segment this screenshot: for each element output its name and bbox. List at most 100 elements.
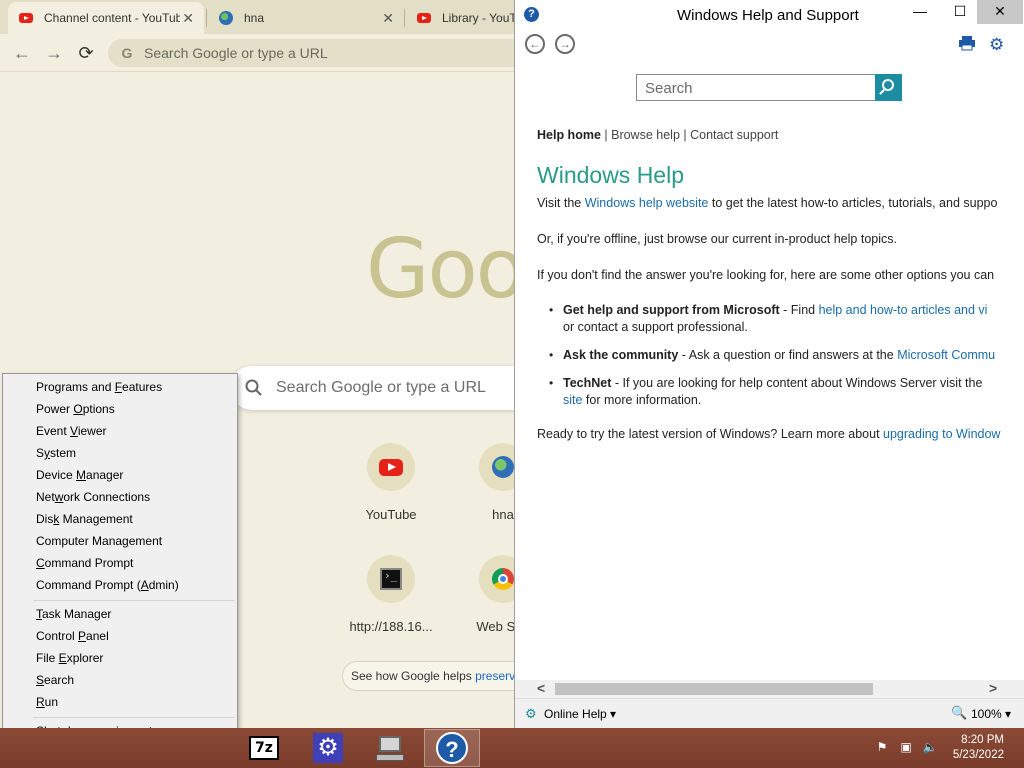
close-tab-icon[interactable]: ✕ xyxy=(382,10,394,27)
taskbar-computer[interactable] xyxy=(362,729,418,767)
tab-hna[interactable]: hna ✕ xyxy=(208,2,404,34)
menu-item-search[interactable]: Search xyxy=(36,673,74,687)
help-icon: ? xyxy=(436,732,468,764)
menu-item-system[interactable]: System xyxy=(36,446,76,460)
help-paragraph: Or, if you're offline, just browse our c… xyxy=(537,232,897,246)
tab-channel-content[interactable]: Channel content - YouTube ✕ xyxy=(8,2,204,34)
youtube-icon xyxy=(416,10,432,26)
shortcut-youtube[interactable]: YouTube xyxy=(341,443,441,522)
address-bar[interactable]: G Search Google or type a URL xyxy=(108,39,520,67)
close-button[interactable]: ✕ xyxy=(977,0,1023,24)
upgrading-windows-link[interactable]: upgrading to Window xyxy=(883,427,1000,441)
shortcut-web-store[interactable]: Web St... xyxy=(453,555,520,634)
scrollbar-thumb[interactable] xyxy=(555,683,873,695)
taskbar-help[interactable]: ? xyxy=(424,729,480,767)
print-icon[interactable] xyxy=(958,35,976,56)
bullet-icon: • xyxy=(549,303,554,317)
help-search-placeholder: Search xyxy=(645,80,693,97)
tab-label: hna xyxy=(244,11,265,25)
google-helps-chip[interactable]: See how Google helps preserve xyxy=(342,661,520,691)
reload-icon[interactable]: ⟳ xyxy=(74,41,98,65)
scroll-right-icon[interactable]: > xyxy=(989,680,997,696)
tab-label: Library - YouTube xyxy=(442,11,520,25)
microsoft-community-link[interactable]: Microsoft Commu xyxy=(897,348,995,362)
technet-site-link[interactable]: site xyxy=(563,393,582,407)
volume-muted-icon[interactable]: 🔈 xyxy=(922,740,938,756)
menu-item-control-panel[interactable]: Control Panel xyxy=(36,629,109,643)
help-app-icon: ? xyxy=(524,7,539,22)
shortcut-label: Web St... xyxy=(476,619,520,634)
menu-item-command-prompt-admin[interactable]: Command Prompt (Admin) xyxy=(36,578,179,592)
taskbar-settings[interactable]: ⚙ xyxy=(300,729,356,767)
breadcrumb-help-home[interactable]: Help home xyxy=(537,128,601,142)
taskbar-7zip[interactable]: 7z xyxy=(236,729,292,767)
page-title: Windows Help xyxy=(537,162,684,188)
windows-help-website-link[interactable]: Windows help website xyxy=(585,196,709,210)
network-icon[interactable]: ▣ xyxy=(898,740,914,756)
help-search-input[interactable]: Search xyxy=(636,74,876,101)
scroll-left-icon[interactable]: < xyxy=(537,680,545,696)
computer-icon xyxy=(375,734,405,762)
search-icon xyxy=(882,79,894,91)
menu-item-computer-management[interactable]: Computer Management xyxy=(36,534,162,548)
google-g-icon: G xyxy=(121,45,133,61)
shortcut-label: hna xyxy=(492,507,514,522)
help-window-title: Windows Help and Support xyxy=(677,7,859,24)
maximize-button[interactable]: ☐ xyxy=(945,0,975,24)
breadcrumb-contact-support[interactable]: Contact support xyxy=(690,128,778,142)
help-title-bar: ? Windows Help and Support — ☐ ✕ xyxy=(515,0,1024,30)
zoom-level[interactable]: 100% ▾ xyxy=(971,707,1011,721)
breadcrumb: Help home | Browse help | Contact suppor… xyxy=(537,128,779,142)
shortcut-ip[interactable]: http://188.16... xyxy=(341,555,441,634)
back-circle-icon[interactable]: ← xyxy=(525,34,545,54)
tab-separator xyxy=(404,9,405,27)
bullet-icon: • xyxy=(549,376,554,390)
online-help-dropdown[interactable]: Online Help ▾ xyxy=(544,707,616,721)
address-bar-placeholder: Search Google or type a URL xyxy=(144,45,328,61)
search-icon xyxy=(245,379,262,396)
bullet-technet: TechNet - If you are looking for help co… xyxy=(563,376,983,390)
minimize-button[interactable]: — xyxy=(905,0,935,24)
ntp-search-box[interactable]: Search Google or type a URL xyxy=(230,366,520,410)
help-paragraph: Visit the Windows help website to get th… xyxy=(537,196,998,210)
help-search-button[interactable] xyxy=(875,74,902,101)
close-tab-icon[interactable]: ✕ xyxy=(182,10,194,27)
menu-item-power-options[interactable]: Power Options xyxy=(36,402,115,416)
menu-item-programs-and-features[interactable]: Programs and Features xyxy=(36,380,162,394)
tab-library[interactable]: Library - YouTube xyxy=(406,2,520,34)
google-logo: Google xyxy=(366,222,520,317)
forward-arrow-icon[interactable]: → xyxy=(42,41,66,65)
menu-item-disk-management[interactable]: Disk Management xyxy=(36,512,133,526)
settings-gear-icon[interactable]: ⚙ xyxy=(989,35,1004,55)
terminal-icon xyxy=(380,568,402,590)
help-status-bar: ⚙ Online Help ▾ 🔍 100% ▾ xyxy=(515,698,1024,728)
shortcut-label: YouTube xyxy=(365,507,417,522)
menu-item-network-connections[interactable]: Network Connections xyxy=(36,490,150,504)
menu-item-device-manager[interactable]: Device Manager xyxy=(36,468,123,482)
menu-item-run[interactable]: Run xyxy=(36,695,58,709)
bullet-get-help-line2: or contact a support professional. xyxy=(563,320,748,334)
browser-toolbar: ← → ⟳ G Search Google or type a URL xyxy=(0,34,520,72)
breadcrumb-browse-help[interactable]: Browse help xyxy=(611,128,680,142)
tab-label: Channel content - YouTube xyxy=(44,11,180,25)
ntp-search-placeholder: Search Google or type a URL xyxy=(276,379,486,396)
clock-time: 8:20 PM xyxy=(961,734,1004,746)
taskbar: 7z ⚙ ? ⚑ ▣ 🔈 8:20 PM 5/23/2022 xyxy=(0,728,1024,768)
menu-item-file-explorer[interactable]: File Explorer xyxy=(36,651,103,665)
settings-icon: ⚙ xyxy=(313,733,343,763)
google-helps-text: See how Google helps xyxy=(351,669,476,683)
menu-item-event-viewer[interactable]: Event Viewer xyxy=(36,424,107,438)
bullet-community: Ask the community - Ask a question or fi… xyxy=(563,348,996,362)
system-clock[interactable]: 8:20 PM 5/23/2022 xyxy=(953,733,1004,763)
help-paragraph: Ready to try the latest version of Windo… xyxy=(537,427,1001,441)
menu-item-task-manager[interactable]: Task Manager xyxy=(36,607,111,621)
shortcut-hna[interactable]: hna xyxy=(453,443,520,522)
forward-circle-icon[interactable]: → xyxy=(555,34,575,54)
menu-item-command-prompt[interactable]: Command Prompt xyxy=(36,556,133,570)
online-help-icon: ⚙ xyxy=(525,706,537,721)
globe-icon xyxy=(492,456,514,478)
horizontal-scrollbar[interactable]: < > xyxy=(515,680,1024,698)
back-arrow-icon[interactable]: ← xyxy=(10,41,34,65)
action-center-flag-icon[interactable]: ⚑ xyxy=(874,740,890,756)
help-articles-link[interactable]: help and how-to articles and vi xyxy=(819,303,988,317)
